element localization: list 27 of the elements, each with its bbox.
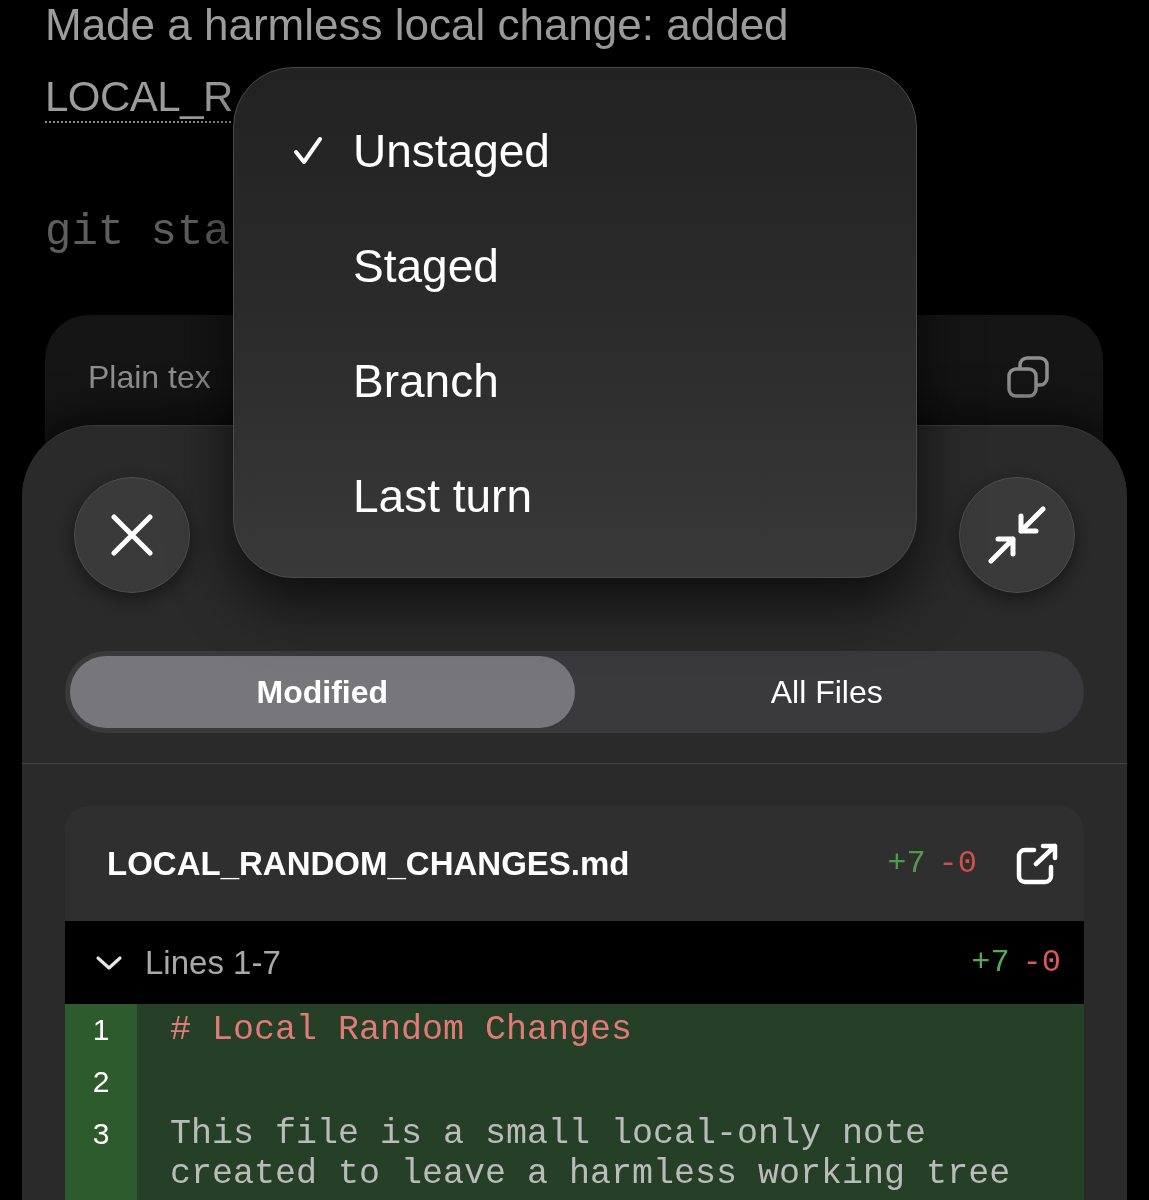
open-external-icon[interactable] [1015,842,1059,885]
additions-count: +7 [971,942,1010,983]
line-number: 3 [65,1108,137,1200]
deletions-count: -0 [938,843,977,884]
additions-count: +7 [887,843,926,884]
message-text: Made a harmless local change: added [45,0,789,50]
arrows-inward-icon [988,506,1046,564]
code-text: This file is a small local-only note created to leave a harmless working tree [170,1114,1011,1194]
copy-icon[interactable] [1006,355,1050,399]
language-label: Plain tex [88,358,211,397]
deletions-count: -0 [1022,942,1061,983]
chevron-icon[interactable] [95,954,123,971]
file-link[interactable]: LOCAL_R [45,72,233,122]
hunk-title: Lines 1-7 [145,942,282,983]
close-icon [111,514,153,556]
segment-tab[interactable]: All Files [574,656,1079,728]
line-number: 1 [65,1004,137,1056]
segment-tab[interactable]: Modified [70,656,575,728]
menu-item[interactable]: Unstaged [234,93,916,208]
menu-item[interactable]: Last turn [234,438,916,553]
line-number: 2 [65,1056,137,1108]
code-heading: # Local Random Changes [170,1010,633,1050]
menu-item[interactable]: Staged [234,208,916,323]
checkmark-icon [293,136,323,165]
menu-item[interactable]: Branch [234,323,916,438]
file-name: LOCAL_RANDOM_CHANGES.md [107,843,631,884]
command-text: git sta [45,207,230,257]
